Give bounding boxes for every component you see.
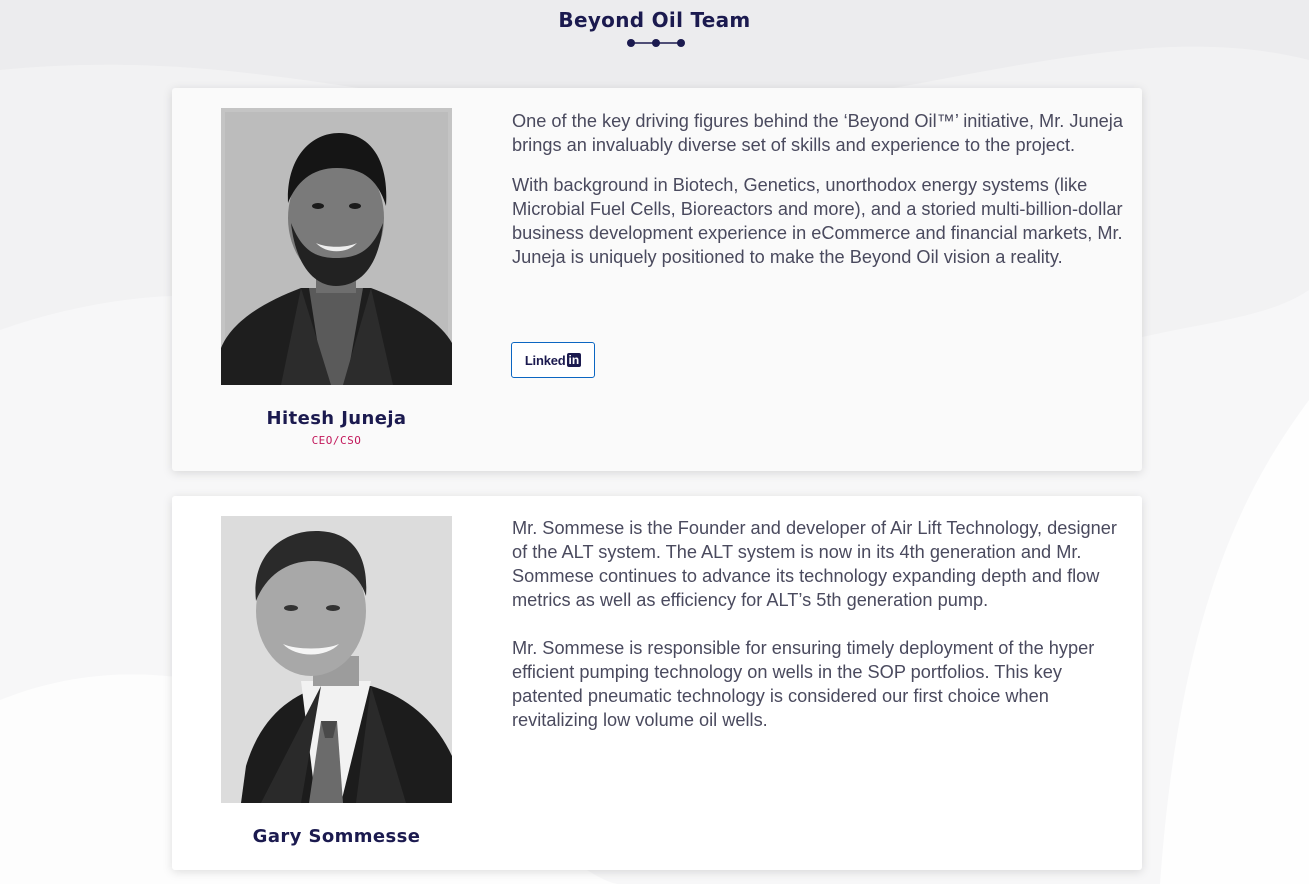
portrait-photo	[221, 108, 452, 385]
bio-paragraph: Mr. Sommese is the Founder and developer…	[512, 518, 1117, 610]
section-title: Beyond Oil Team	[558, 8, 751, 32]
team-member-card-gary-sommesse: Gary Sommesse Mr. Sommese is the Founder…	[172, 496, 1142, 870]
linkedin-label: Linked	[524, 352, 566, 368]
bio-paragraph: With background in Biotech, Genetics, un…	[512, 175, 1123, 267]
title-divider-dots	[627, 39, 685, 47]
team-member-bio: Mr. Sommese is the Founder and developer…	[512, 516, 1124, 732]
team-member-name: Hitesh Juneja	[266, 408, 407, 429]
portrait-photo	[221, 516, 452, 803]
bio-paragraph: Mr. Sommese is responsible for ensuring …	[512, 638, 1095, 730]
linkedin-icon: in	[566, 353, 582, 367]
team-member-name: Gary Sommesse	[252, 826, 421, 847]
bio-paragraph: One of the key driving figures behind th…	[512, 111, 1123, 155]
team-member-role: CEO/CSO	[311, 434, 362, 447]
linkedin-button[interactable]: Linked in	[511, 342, 595, 378]
team-member-bio: One of the key driving figures behind th…	[512, 109, 1124, 269]
team-member-card-hitesh-juneja: Hitesh Juneja CEO/CSO One of the key dri…	[172, 88, 1142, 471]
